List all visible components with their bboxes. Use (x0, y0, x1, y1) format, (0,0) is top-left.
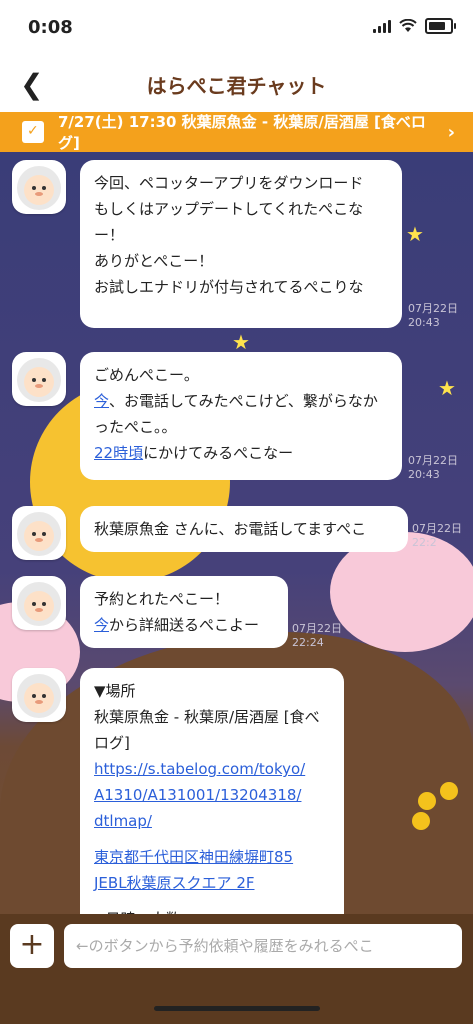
message-bubble: ▼場所 秋葉原魚金 - 秋葉原/居酒屋 [食べ ログ] https://s.ta… (80, 668, 344, 914)
star-icon: ★ (438, 376, 456, 400)
tabelog-url-link[interactable]: https://s.tabelog.com/tokyo/ (94, 756, 330, 782)
message-text: 今、お電話してみたぺこけど、繋がらなか (94, 392, 378, 410)
flower-decoration (440, 782, 458, 800)
reservation-banner-text: 7/27(土) 17:30 秋葉原魚金 - 秋葉原/居酒屋 [食べログ] (57, 113, 426, 152)
message-timestamp: 07月22日 22:24 (292, 622, 342, 649)
status-time: 0:08 (28, 17, 73, 38)
reservation-banner[interactable]: 7/27(土) 17:30 秋葉原魚金 - 秋葉原/居酒屋 [食べログ] › (0, 112, 473, 152)
message-text: 今回、ペコッターアプリをダウンロード (94, 174, 364, 192)
message-text: もしくはアップデートしてくれたぺこな (94, 200, 364, 218)
message-text: ー！ (94, 226, 125, 244)
message-timestamp: 07月22日 20:43 (408, 302, 458, 329)
message-text: ありがとぺこー！ (94, 252, 214, 270)
wifi-icon (399, 19, 417, 32)
flower-decoration (418, 792, 436, 810)
plus-button[interactable]: + (10, 924, 54, 968)
page-title: はらぺこ君チャット (146, 74, 327, 98)
message-text: ログ] (94, 734, 130, 752)
message-text: お試しエナドリが付与されてるぺこりな (94, 278, 364, 296)
message-timestamp: 07月22日 22:2 (412, 522, 462, 549)
chat-area[interactable]: ★ ★ ★ 今回、ペコッターアプリをダウンロード もしくはアップデートしてくれた… (0, 152, 473, 914)
message-text: 秋葉原魚金 さんに、お電話してますぺこ (94, 520, 367, 538)
battery-icon (425, 18, 456, 34)
star-icon: ★ (232, 330, 250, 354)
message-text: 予約とれたぺこー！ (94, 590, 230, 608)
message-text: 22時頃にかけてみるぺこなー (94, 444, 294, 462)
message-text: ▼日時、人数 (94, 906, 330, 914)
star-icon: ★ (406, 222, 424, 246)
hedgehog-avatar-icon (12, 668, 66, 722)
home-indicator (0, 984, 473, 1024)
flower-decoration (412, 812, 430, 830)
address-link[interactable]: 東京都千代田区神田練塀町85 (94, 844, 330, 870)
input-bar: + ←のボタンから予約依頼や履歴をみれるぺこ (0, 914, 473, 984)
message-bubble: 今回、ペコッターアプリをダウンロード もしくはアップデートしてくれたぺこな ー！… (80, 160, 402, 328)
tabelog-url-link[interactable]: dtlmap/ (94, 808, 330, 834)
details-link[interactable]: 今 (94, 616, 109, 634)
status-bar: 0:08 (0, 0, 473, 54)
message-text: 秋葉原魚金 - 秋葉原/居酒屋 [食べ (94, 708, 320, 726)
message-input[interactable]: ←のボタンから予約依頼や履歴をみれるぺこ (64, 924, 462, 968)
message-text: ごめんぺこー。 (94, 366, 199, 384)
hedgehog-avatar-icon (12, 506, 66, 560)
navigation-bar: ❮ はらぺこ君チャット (0, 54, 473, 112)
message-bubble: ごめんぺこー。 今、お電話してみたぺこけど、繋がらなか ったぺこ。。 22時頃に… (80, 352, 402, 480)
cellular-signal-icon (373, 19, 391, 33)
time-link[interactable]: 22時頃 (94, 444, 143, 462)
hedgehog-avatar-icon (12, 576, 66, 630)
message-text: 今から詳細送るぺこよー (94, 616, 260, 634)
phone-link[interactable]: 今 (94, 392, 109, 410)
tabelog-url-link[interactable]: A1310/A131001/13204318/ (94, 782, 330, 808)
message-text: ったぺこ。。 (94, 418, 177, 436)
address-link[interactable]: JEBL秋葉原スクエア 2F (94, 870, 330, 896)
message-text: ▼場所 (94, 682, 136, 700)
calendar-check-icon (22, 121, 44, 143)
hedgehog-avatar-icon (12, 352, 66, 406)
status-icons (373, 18, 456, 34)
message-timestamp: 07月22日 20:43 (408, 454, 458, 481)
chevron-right-icon: › (447, 121, 455, 143)
message-bubble: 予約とれたぺこー！ 今から詳細送るぺこよー (80, 576, 288, 648)
message-bubble: 秋葉原魚金 さんに、お電話してますぺこ (80, 506, 408, 552)
hedgehog-avatar-icon (12, 160, 66, 214)
